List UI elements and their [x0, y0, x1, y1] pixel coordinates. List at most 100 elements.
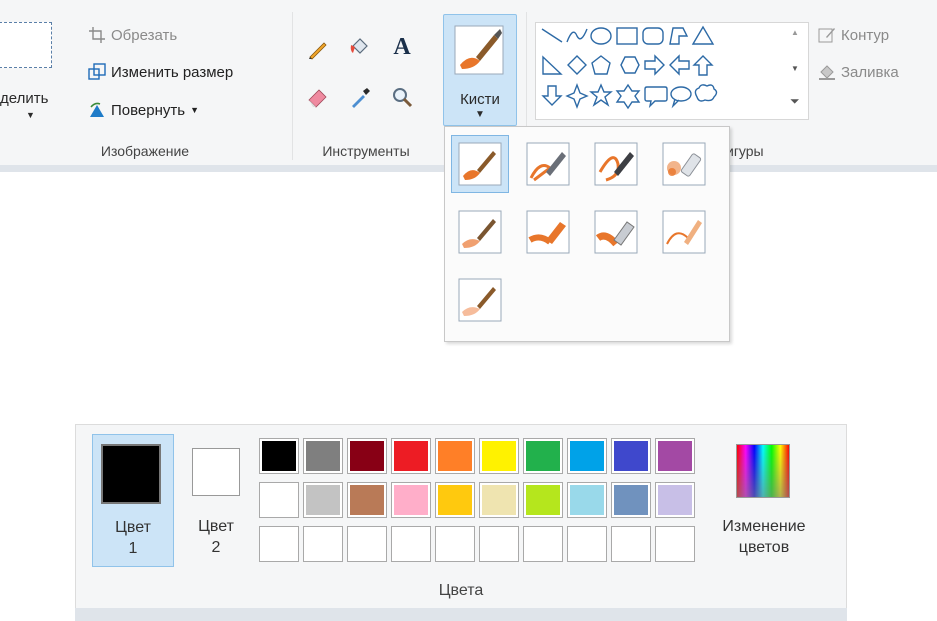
palette-swatch[interactable] [479, 438, 519, 474]
hexagon-shape[interactable] [620, 56, 640, 74]
edit-colors-button[interactable]: Изменение цветов [700, 434, 828, 568]
text-tool[interactable]: A [389, 34, 415, 60]
group-divider [292, 12, 293, 160]
palette-swatch[interactable] [655, 482, 695, 518]
left-arrow-shape[interactable] [669, 54, 690, 76]
fill-button[interactable]: Заливка [818, 63, 899, 81]
custom-color-slot[interactable] [479, 526, 519, 562]
palette-swatch[interactable] [479, 482, 519, 518]
rounded-rectangle-shape[interactable] [642, 27, 664, 45]
pentagon-shape[interactable] [591, 55, 611, 75]
brush-option-calligraphy-2[interactable] [587, 135, 645, 193]
brush-option-brush[interactable] [451, 135, 509, 193]
scroll-down-icon[interactable]: ▼ [791, 64, 799, 73]
fill-tool[interactable] [347, 34, 373, 60]
rotate-button[interactable]: Повернуть ▼ [88, 101, 199, 119]
curve-shape[interactable] [566, 28, 588, 43]
custom-color-slot[interactable] [391, 526, 431, 562]
palette-swatch[interactable] [391, 482, 431, 518]
colors-bottom-strip [75, 608, 847, 621]
swatch-fill [658, 441, 692, 471]
custom-color-slot[interactable] [435, 526, 475, 562]
color2-label-line2: 2 [211, 539, 221, 556]
line-shape[interactable] [541, 28, 563, 43]
magnifier-tool[interactable] [389, 84, 415, 110]
shapes-scrollbar[interactable]: ▲ ▼ ⏷ [787, 22, 805, 118]
diamond-shape[interactable] [567, 55, 587, 75]
oval-shape[interactable] [590, 27, 612, 45]
palette-swatch[interactable] [303, 482, 343, 518]
brush-option-watercolor[interactable] [451, 271, 509, 329]
pencil-tool[interactable] [305, 36, 331, 62]
crop-label: Обрезать [111, 26, 178, 44]
brush-option-natural-pencil[interactable] [655, 203, 713, 261]
swatch-fill [262, 441, 296, 471]
color-picker-tool[interactable] [347, 84, 373, 110]
swatch-fill [614, 441, 648, 471]
palette-swatch[interactable] [259, 482, 299, 518]
resize-button[interactable]: Изменить размер [88, 63, 233, 81]
right-triangle-shape[interactable] [542, 55, 563, 75]
rotate-icon [90, 102, 104, 117]
brush-option-marker[interactable] [587, 203, 645, 261]
polygon-shape[interactable] [669, 27, 689, 45]
triangle-shape[interactable] [691, 25, 715, 45]
palette-swatch[interactable] [655, 438, 695, 474]
palette-swatch[interactable] [259, 438, 299, 474]
crop-button[interactable]: Обрезать [88, 26, 177, 44]
natural-pencil-icon [662, 210, 706, 254]
down-arrow-shape[interactable] [541, 85, 563, 106]
oil-brush-icon [458, 210, 502, 254]
calligraphy-brush-icon [526, 142, 570, 186]
cloud-callout-shape[interactable] [694, 84, 718, 102]
custom-color-slot[interactable] [523, 526, 563, 562]
swatch-fill [614, 485, 648, 515]
five-point-star-shape[interactable] [589, 83, 613, 107]
marker-icon [594, 210, 638, 254]
right-arrow-shape[interactable] [644, 54, 665, 76]
resize-label: Изменить размер [111, 63, 234, 81]
image-group-caption: Изображение [100, 143, 190, 159]
brush-option-oil[interactable] [451, 203, 509, 261]
palette-swatch[interactable] [347, 438, 387, 474]
custom-color-slot[interactable] [655, 526, 695, 562]
custom-color-slot[interactable] [611, 526, 651, 562]
color-picker-icon [352, 88, 370, 108]
palette-swatch[interactable] [523, 438, 563, 474]
color-spectrum-icon [736, 444, 790, 498]
oval-callout-shape[interactable] [670, 86, 692, 109]
rounded-callout-shape[interactable] [644, 86, 668, 109]
outline-button[interactable]: Контур [818, 26, 889, 44]
four-point-star-shape[interactable] [565, 83, 589, 109]
edit-colors-label-line2: цветов [738, 539, 790, 556]
swatch-fill [438, 441, 472, 471]
rectangle-shape[interactable] [616, 27, 638, 45]
brush-option-crayon[interactable] [519, 203, 577, 261]
color2-button[interactable]: Цвет 2 [180, 434, 252, 567]
palette-swatch[interactable] [611, 438, 651, 474]
palette-swatch[interactable] [567, 482, 607, 518]
custom-color-slot[interactable] [347, 526, 387, 562]
brushes-button[interactable]: Кисти ▼ [443, 14, 517, 126]
select-button[interactable]: делить ▼ [0, 18, 60, 123]
palette-swatch[interactable] [347, 482, 387, 518]
palette-swatch[interactable] [523, 482, 563, 518]
palette-swatch[interactable] [303, 438, 343, 474]
gallery-expand-icon[interactable]: ⏷ [790, 94, 800, 109]
palette-swatch[interactable] [567, 438, 607, 474]
palette-swatch[interactable] [391, 438, 431, 474]
up-arrow-shape[interactable] [692, 55, 714, 76]
custom-color-slot[interactable] [567, 526, 607, 562]
custom-color-slot[interactable] [303, 526, 343, 562]
six-point-star-shape[interactable] [615, 83, 641, 110]
custom-color-slot[interactable] [259, 526, 299, 562]
palette-swatch[interactable] [611, 482, 651, 518]
chevron-down-icon: ▼ [26, 110, 35, 120]
scroll-up-icon[interactable]: ▲ [791, 28, 799, 37]
palette-swatch[interactable] [435, 482, 475, 518]
brush-option-airbrush[interactable] [655, 135, 713, 193]
color1-button[interactable]: Цвет 1 [92, 434, 174, 567]
palette-swatch[interactable] [435, 438, 475, 474]
brush-option-calligraphy-1[interactable] [519, 135, 577, 193]
eraser-tool[interactable] [305, 84, 331, 110]
